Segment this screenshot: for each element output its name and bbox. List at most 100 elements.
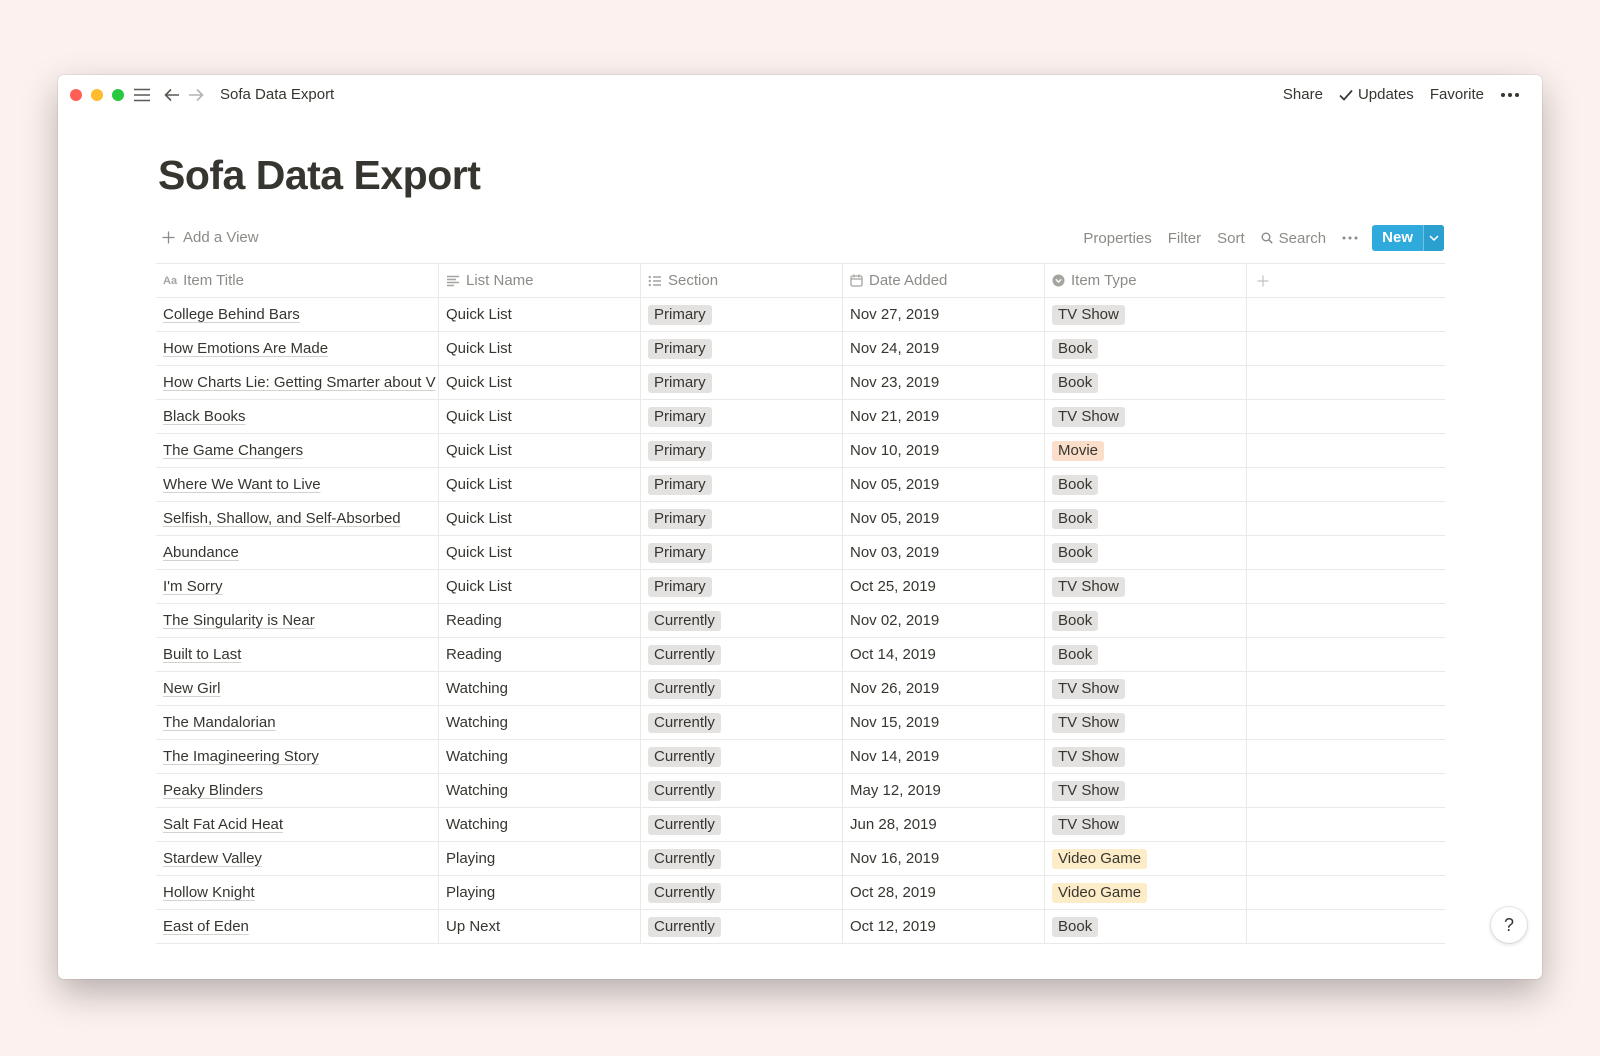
view-more-button[interactable] [1334, 236, 1366, 240]
item-title-link[interactable]: The Game Changers [163, 442, 303, 459]
cell-empty[interactable] [1247, 298, 1445, 331]
chevron-down-icon[interactable] [1423, 225, 1444, 251]
cell-section[interactable]: Currently [641, 672, 843, 705]
cell-item-type[interactable]: Video Game [1045, 842, 1247, 875]
cell-list-name[interactable]: Quick List [439, 298, 641, 331]
cell-date-added[interactable]: Nov 23, 2019 [843, 366, 1045, 399]
cell-item-title[interactable]: New Girl [156, 672, 439, 705]
cell-empty[interactable] [1247, 808, 1445, 841]
cell-item-title[interactable]: Where We Want to Live [156, 468, 439, 501]
cell-item-type[interactable]: Movie [1045, 434, 1247, 467]
share-button[interactable]: Share [1275, 83, 1331, 106]
table-row[interactable]: How Charts Lie: Getting Smarter about V Q… [156, 366, 1445, 400]
cell-section[interactable]: Currently [641, 842, 843, 875]
cell-date-added[interactable]: Nov 21, 2019 [843, 400, 1045, 433]
cell-item-type[interactable]: TV Show [1045, 672, 1247, 705]
cell-empty[interactable] [1247, 400, 1445, 433]
cell-section[interactable]: Currently [641, 808, 843, 841]
item-title-link[interactable]: Hollow Knight [163, 884, 255, 901]
cell-date-added[interactable]: Nov 26, 2019 [843, 672, 1045, 705]
cell-section[interactable]: Currently [641, 910, 843, 943]
cell-empty[interactable] [1247, 536, 1445, 569]
cell-item-title[interactable]: I'm Sorry [156, 570, 439, 603]
item-title-link[interactable]: Where We Want to Live [163, 476, 321, 493]
cell-empty[interactable] [1247, 672, 1445, 705]
cell-item-type[interactable]: TV Show [1045, 298, 1247, 331]
item-title-link[interactable]: Stardew Valley [163, 850, 262, 867]
cell-item-type[interactable]: Book [1045, 468, 1247, 501]
cell-empty[interactable] [1247, 570, 1445, 603]
cell-date-added[interactable]: Nov 10, 2019 [843, 434, 1045, 467]
cell-empty[interactable] [1247, 434, 1445, 467]
cell-section[interactable]: Currently [641, 604, 843, 637]
item-title-link[interactable]: How Charts Lie: Getting Smarter about V [163, 374, 436, 391]
cell-item-title[interactable]: How Emotions Are Made [156, 332, 439, 365]
cell-list-name[interactable]: Reading [439, 604, 641, 637]
cell-section[interactable]: Primary [641, 536, 843, 569]
cell-empty[interactable] [1247, 774, 1445, 807]
cell-section[interactable]: Currently [641, 774, 843, 807]
cell-empty[interactable] [1247, 876, 1445, 909]
cell-item-title[interactable]: East of Eden [156, 910, 439, 943]
cell-date-added[interactable]: Nov 05, 2019 [843, 468, 1045, 501]
cell-item-type[interactable]: Book [1045, 502, 1247, 535]
page-title[interactable]: Sofa Data Export [158, 152, 481, 199]
cell-item-title[interactable]: How Charts Lie: Getting Smarter about V [156, 366, 439, 399]
cell-item-type[interactable]: Book [1045, 366, 1247, 399]
cell-item-type[interactable]: TV Show [1045, 740, 1247, 773]
cell-list-name[interactable]: Watching [439, 672, 641, 705]
cell-item-type[interactable]: Video Game [1045, 876, 1247, 909]
cell-empty[interactable] [1247, 332, 1445, 365]
column-header-date-added[interactable]: Date Added [843, 264, 1045, 297]
cell-item-title[interactable]: Peaky Blinders [156, 774, 439, 807]
cell-list-name[interactable]: Quick List [439, 434, 641, 467]
cell-section[interactable]: Currently [641, 740, 843, 773]
cell-item-type[interactable]: TV Show [1045, 808, 1247, 841]
cell-list-name[interactable]: Up Next [439, 910, 641, 943]
column-header-section[interactable]: Section [641, 264, 843, 297]
cell-section[interactable]: Primary [641, 570, 843, 603]
cell-date-added[interactable]: Nov 14, 2019 [843, 740, 1045, 773]
cell-empty[interactable] [1247, 706, 1445, 739]
cell-item-type[interactable]: TV Show [1045, 706, 1247, 739]
cell-section[interactable]: Currently [641, 638, 843, 671]
column-header-list-name[interactable]: List Name [439, 264, 641, 297]
search-button[interactable]: Search [1253, 230, 1335, 247]
cell-item-title[interactable]: Abundance [156, 536, 439, 569]
cell-empty[interactable] [1247, 468, 1445, 501]
cell-date-added[interactable]: Nov 03, 2019 [843, 536, 1045, 569]
breadcrumb-page-title[interactable]: Sofa Data Export [220, 86, 334, 103]
cell-section[interactable]: Currently [641, 706, 843, 739]
table-row[interactable]: Peaky Blinders Watching Currently May 12, 2… [156, 774, 1445, 808]
maximize-window-button[interactable] [112, 89, 124, 101]
minimize-window-button[interactable] [91, 89, 103, 101]
cell-list-name[interactable]: Quick List [439, 400, 641, 433]
item-title-link[interactable]: Abundance [163, 544, 239, 561]
cell-item-title[interactable]: Hollow Knight [156, 876, 439, 909]
cell-list-name[interactable]: Playing [439, 876, 641, 909]
table-row[interactable]: How Emotions Are Made Quick List Primary No… [156, 332, 1445, 366]
cell-list-name[interactable]: Watching [439, 706, 641, 739]
item-title-link[interactable]: The Imagineering Story [163, 748, 319, 765]
column-header-item-title[interactable]: Aa Item Title [156, 264, 439, 297]
cell-date-added[interactable]: Nov 24, 2019 [843, 332, 1045, 365]
cell-item-title[interactable]: Stardew Valley [156, 842, 439, 875]
table-row[interactable]: New Girl Watching Currently Nov 26, 2019 TV … [156, 672, 1445, 706]
cell-date-added[interactable]: Nov 16, 2019 [843, 842, 1045, 875]
cell-item-title[interactable]: The Singularity is Near [156, 604, 439, 637]
cell-empty[interactable] [1247, 604, 1445, 637]
cell-item-title[interactable]: Salt Fat Acid Heat [156, 808, 439, 841]
cell-list-name[interactable]: Watching [439, 740, 641, 773]
item-title-link[interactable]: The Singularity is Near [163, 612, 315, 629]
cell-empty[interactable] [1247, 638, 1445, 671]
table-row[interactable]: Abundance Quick List Primary Nov 03, 2019 Bo… [156, 536, 1445, 570]
item-title-link[interactable]: College Behind Bars [163, 306, 300, 323]
cell-list-name[interactable]: Quick List [439, 536, 641, 569]
table-row[interactable]: Built to Last Reading Currently Oct 14, 201… [156, 638, 1445, 672]
cell-item-type[interactable]: TV Show [1045, 570, 1247, 603]
item-title-link[interactable]: I'm Sorry [163, 578, 223, 595]
table-row[interactable]: Where We Want to Live Quick List Primary No… [156, 468, 1445, 502]
forward-arrow-icon[interactable] [185, 84, 207, 106]
cell-item-type[interactable]: Book [1045, 604, 1247, 637]
add-view-button[interactable]: Add a View [162, 229, 259, 246]
